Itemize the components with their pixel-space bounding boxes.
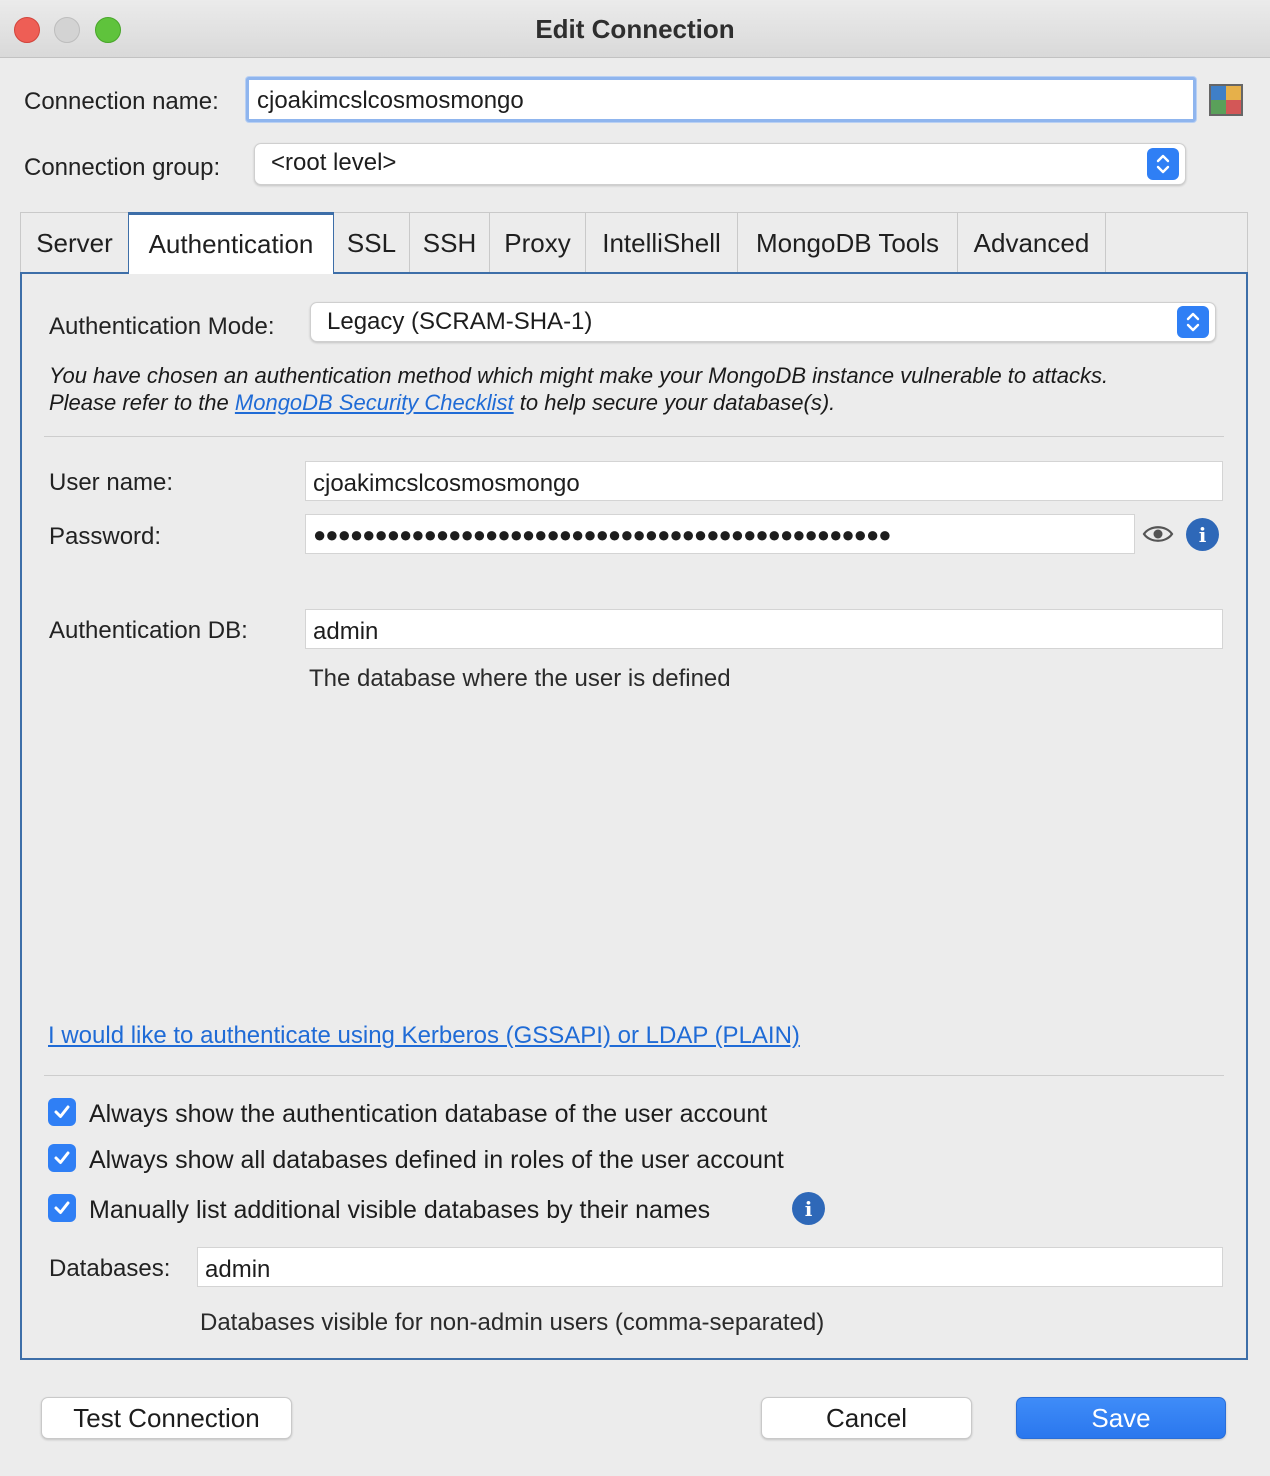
tab-ssh[interactable]: SSH xyxy=(410,213,490,273)
auth-mode-value: Legacy (SCRAM-SHA-1) xyxy=(327,308,593,335)
tab-bar: Server Authentication SSL SSH Proxy Inte… xyxy=(20,212,1248,274)
connection-group-select[interactable]: <root level> xyxy=(254,143,1186,185)
warning-line-2: Please refer to the MongoDB Security Che… xyxy=(49,389,1108,416)
manual-dbs-checkbox[interactable] xyxy=(48,1194,76,1222)
show-auth-db-checkbox[interactable] xyxy=(48,1098,76,1126)
tab-mongodb-tools[interactable]: MongoDB Tools xyxy=(738,213,958,273)
databases-hint: Databases visible for non-admin users (c… xyxy=(200,1309,825,1336)
databases-label: Databases: xyxy=(49,1255,171,1282)
password-info-icon[interactable]: i xyxy=(1186,518,1219,551)
user-name-input[interactable]: cjoakimcslcosmosmongo xyxy=(305,461,1223,501)
connection-group-label: Connection group: xyxy=(24,154,221,181)
chevron-updown-icon xyxy=(1177,306,1209,338)
checkmark-icon xyxy=(54,1151,70,1164)
save-button[interactable]: Save xyxy=(1016,1397,1226,1439)
security-warning: You have chosen an authentication method… xyxy=(49,362,1108,416)
password-label: Password: xyxy=(49,523,162,550)
connection-group-value: <root level> xyxy=(271,149,397,176)
cancel-button[interactable]: Cancel xyxy=(761,1397,972,1439)
auth-db-hint: The database where the user is defined xyxy=(309,665,731,692)
auth-db-input[interactable]: admin xyxy=(305,609,1223,649)
chevron-updown-icon xyxy=(1147,148,1179,180)
connection-name-label: Connection name: xyxy=(24,88,219,115)
security-checklist-link[interactable]: MongoDB Security Checklist xyxy=(235,390,514,415)
warning-line-2-suffix: to help secure your database(s). xyxy=(513,390,836,415)
password-input[interactable]: ●●●●●●●●●●●●●●●●●●●●●●●●●●●●●●●●●●●●●●●●… xyxy=(305,514,1135,554)
test-connection-button[interactable]: Test Connection xyxy=(41,1397,292,1439)
auth-mode-label: Authentication Mode: xyxy=(49,313,275,340)
tab-proxy[interactable]: Proxy xyxy=(490,213,586,273)
user-name-label: User name: xyxy=(49,469,174,496)
show-auth-db-label: Always show the authentication database … xyxy=(89,1100,768,1128)
show-role-dbs-label: Always show all databases defined in rol… xyxy=(89,1146,784,1174)
warning-line-2-prefix: Please refer to the xyxy=(49,390,235,415)
databases-input[interactable]: admin xyxy=(197,1247,1223,1287)
checkmark-icon xyxy=(54,1105,70,1118)
divider xyxy=(44,1075,1224,1076)
title-bar: Edit Connection xyxy=(0,0,1270,58)
checkmark-icon xyxy=(54,1201,70,1214)
auth-mode-select[interactable]: Legacy (SCRAM-SHA-1) xyxy=(310,302,1216,342)
window-title: Edit Connection xyxy=(535,14,735,44)
divider xyxy=(44,436,1224,437)
eye-icon[interactable] xyxy=(1142,522,1174,546)
tab-authentication[interactable]: Authentication xyxy=(128,212,334,274)
tab-server[interactable]: Server xyxy=(21,213,129,273)
kerberos-ldap-link[interactable]: I would like to authenticate using Kerbe… xyxy=(48,1022,800,1050)
show-role-dbs-checkbox[interactable] xyxy=(48,1144,76,1172)
connection-name-input[interactable]: cjoakimcslcosmosmongo xyxy=(246,77,1196,122)
manual-dbs-label: Manually list additional visible databas… xyxy=(89,1196,711,1224)
auth-db-label: Authentication DB: xyxy=(49,617,248,644)
warning-line-1: You have chosen an authentication method… xyxy=(49,363,1109,388)
tab-advanced[interactable]: Advanced xyxy=(958,213,1106,273)
connection-color-icon[interactable] xyxy=(1209,84,1243,116)
tab-ssl[interactable]: SSL xyxy=(334,213,410,273)
tab-intellishell[interactable]: IntelliShell xyxy=(586,213,738,273)
manual-dbs-info-icon[interactable]: i xyxy=(792,1192,825,1225)
